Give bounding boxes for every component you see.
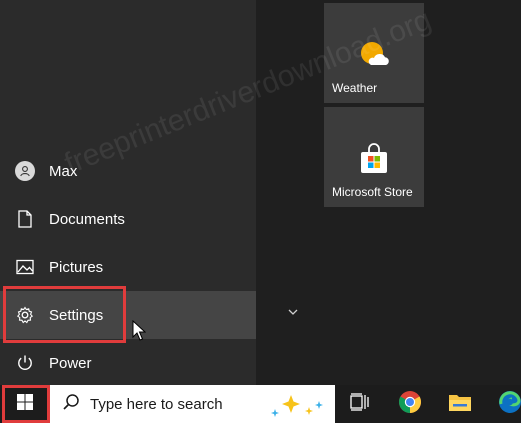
start-item-pictures[interactable]: Pictures — [0, 243, 256, 291]
tile-microsoft-store[interactable]: Microsoft Store — [324, 107, 424, 207]
tile-weather[interactable]: Weather — [324, 3, 424, 103]
search-icon — [62, 393, 80, 416]
task-view-icon — [350, 392, 370, 416]
gear-icon — [15, 305, 35, 325]
search-placeholder: Type here to search — [90, 395, 223, 413]
start-item-label: Power — [49, 354, 92, 372]
tile-label: Microsoft Store — [332, 185, 413, 199]
start-item-documents[interactable]: Documents — [0, 195, 256, 243]
weather-sun-cloud-icon — [358, 39, 390, 74]
store-bag-icon — [358, 143, 390, 178]
start-item-label: Pictures — [49, 258, 104, 276]
search-highlight-sparkle-icon — [265, 393, 327, 422]
start-item-label: Documents — [49, 210, 125, 228]
file-explorer-taskbar-button[interactable] — [437, 385, 483, 423]
edge-taskbar-button[interactable] — [487, 385, 521, 423]
windows-logo-icon — [16, 393, 34, 416]
user-avatar-icon — [15, 161, 35, 181]
start-item-settings[interactable]: Settings — [0, 291, 256, 339]
power-icon — [15, 353, 35, 373]
document-icon — [15, 209, 35, 229]
picture-icon — [15, 257, 35, 277]
start-item-label: Max — [49, 162, 78, 180]
start-button[interactable] — [0, 385, 50, 423]
task-view-button[interactable] — [337, 385, 383, 423]
start-tiles-area: Weather Microsoft Store — [256, 0, 521, 385]
taskbar-search-box[interactable]: Type here to search — [50, 385, 335, 423]
start-menu-left-column: Max Documents Pictures Settings Power — [0, 0, 256, 385]
start-item-label: Settings — [49, 306, 104, 324]
chrome-taskbar-button[interactable] — [387, 385, 433, 423]
tile-label: Weather — [332, 81, 378, 95]
chrome-icon — [398, 390, 422, 419]
start-item-power[interactable]: Power — [0, 339, 256, 387]
start-item-user[interactable]: Max — [0, 147, 256, 195]
edge-icon — [498, 390, 521, 419]
file-explorer-icon — [448, 391, 472, 418]
desktop-screen: Max Documents Pictures Settings Power We… — [0, 0, 521, 423]
taskbar: Type here to search — [0, 385, 521, 423]
mouse-cursor-icon — [132, 319, 147, 347]
chevron-down-icon[interactable] — [287, 303, 299, 321]
